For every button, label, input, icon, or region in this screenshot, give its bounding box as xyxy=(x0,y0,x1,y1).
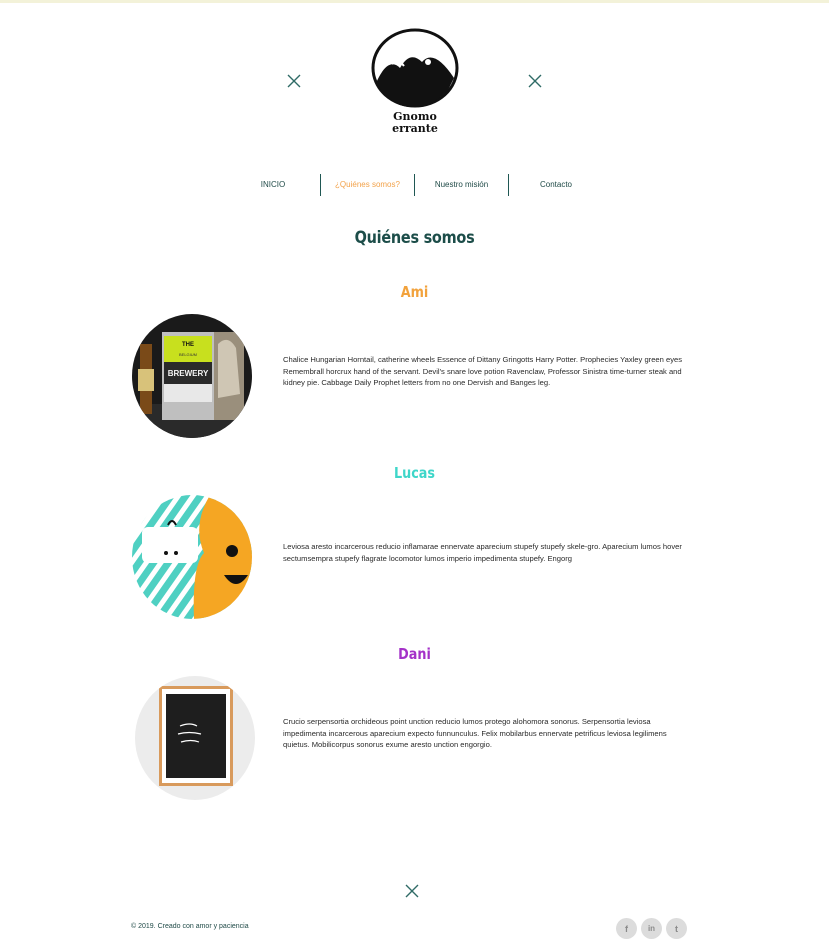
faces-illustration-icon xyxy=(132,495,252,619)
nav-item-nuestra-mision[interactable]: Nuestro misión xyxy=(415,174,508,196)
facebook-icon[interactable]: f xyxy=(616,918,637,939)
footer-copyright: © 2019. Creado con amor y paciencia xyxy=(131,923,249,930)
main-nav: INICIO ¿Quiénes somos? Nuestro misión Co… xyxy=(226,174,604,196)
image-text-belgium: BELGIUM xyxy=(179,352,197,357)
nav-item-inicio[interactable]: INICIO xyxy=(226,174,320,196)
image-text-the: THE xyxy=(182,342,194,348)
member-avatar-dani xyxy=(135,676,255,800)
gnome-logo-icon xyxy=(371,28,459,108)
decorative-cross-icon xyxy=(528,74,542,88)
decorative-cross-icon xyxy=(405,884,419,898)
twitter-icon[interactable]: t xyxy=(666,918,687,939)
image-text-brewery: BREWERY xyxy=(168,369,209,378)
page-title: Quiénes somos xyxy=(354,228,475,248)
member-name-ami: Ami xyxy=(400,283,429,301)
member-bio-dani: Crucio serpensortia orchideous point unc… xyxy=(283,717,667,749)
member-name-dani: Dani xyxy=(398,645,431,663)
linkedin-icon[interactable]: in xyxy=(641,918,662,939)
nav-item-quienes-somos[interactable]: ¿Quiénes somos? xyxy=(321,174,414,196)
member-bio-lucas: Leviosa aresto incarcerous reducio infla… xyxy=(283,542,682,563)
decorative-cross-icon xyxy=(287,74,301,88)
member-avatar-ami: THE BREWERY BELGIUM xyxy=(132,314,252,438)
member-name-lucas: Lucas xyxy=(394,464,435,482)
nav-item-contacto[interactable]: Contacto xyxy=(509,174,603,196)
member-bio-ami: Chalice Hungarian Horntail, catherine wh… xyxy=(283,355,683,387)
brand-logo[interactable]: Gnomo errante xyxy=(369,28,461,135)
brand-name-line2: errante xyxy=(392,122,438,135)
brewery-photo-icon: THE BREWERY BELGIUM xyxy=(132,314,252,438)
social-links: f in t xyxy=(616,918,687,939)
framed-poster-icon xyxy=(135,676,255,800)
brand-name: Gnomo errante xyxy=(369,111,461,135)
top-strip xyxy=(0,0,829,3)
member-avatar-lucas xyxy=(132,495,252,619)
